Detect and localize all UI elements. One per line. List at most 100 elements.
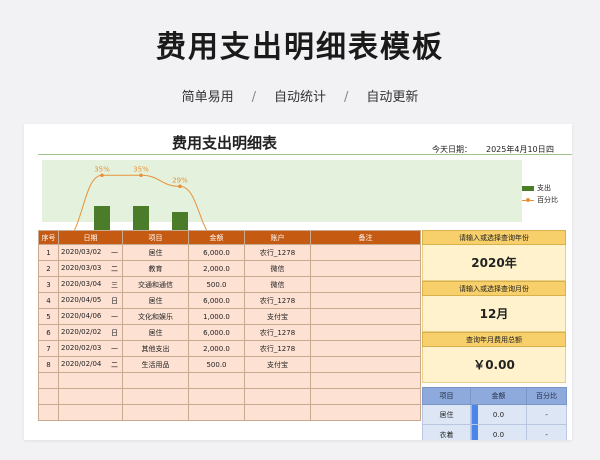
cell-date[interactable]: 2020/03/02 一 (58, 244, 123, 261)
cell-no[interactable]: 2 (38, 260, 59, 277)
cell-date-value: 2020/03/02 (61, 247, 102, 256)
cell-empty[interactable] (188, 388, 245, 405)
cell-weekday: 一 (111, 312, 118, 321)
cell-amount[interactable]: 6,000.0 (188, 324, 245, 341)
cell-note[interactable] (310, 276, 421, 293)
cell-empty[interactable] (310, 372, 421, 389)
cell-empty[interactable] (38, 372, 59, 389)
month-select[interactable]: 12月 (422, 296, 566, 332)
cell-date-value: 2020/03/04 (61, 279, 102, 288)
cell-amount[interactable]: 500.0 (188, 356, 245, 373)
cell-no[interactable]: 5 (38, 308, 59, 325)
cell-empty[interactable] (310, 404, 421, 421)
cell-weekday: 三 (111, 280, 118, 289)
cell-date-value: 2020/04/06 (61, 311, 102, 320)
cell-no[interactable]: 8 (38, 356, 59, 373)
cell-amount[interactable]: 6,000.0 (188, 244, 245, 261)
cell-no[interactable]: 4 (38, 292, 59, 309)
tag-auto-update: 自动更新 (366, 90, 419, 105)
percent-point (139, 173, 143, 178)
cell-item[interactable]: 居住 (122, 324, 189, 341)
cell-empty[interactable] (188, 372, 245, 389)
cell-empty[interactable] (38, 404, 59, 421)
cell-account[interactable]: 农行_1278 (244, 340, 311, 357)
percent-label: 35% (94, 165, 110, 173)
table-row-empty (38, 404, 421, 421)
cell-account[interactable]: 农行_1278 (244, 292, 311, 309)
cell-note[interactable] (310, 244, 421, 261)
table-row-empty (38, 372, 421, 389)
cell-account[interactable]: 微信 (244, 260, 311, 277)
col-header-amount: 金额 (188, 230, 245, 245)
spreadsheet-preview: 费用支出明细表 今天日期： 2025年4月10日 四 0%01月35%85002… (24, 124, 572, 440)
cell-note[interactable] (310, 260, 421, 277)
cell-weekday: 日 (111, 296, 118, 305)
percent-label: 35% (133, 165, 149, 173)
percent-point (100, 173, 104, 178)
cell-empty[interactable] (122, 404, 189, 421)
summary-header-row: 项目 金额 百分比 (422, 387, 567, 405)
cell-item[interactable]: 居住 (122, 292, 189, 309)
cell-amount[interactable]: 1,000.0 (188, 308, 245, 325)
cell-empty[interactable] (310, 388, 421, 405)
cell-no[interactable]: 3 (38, 276, 59, 293)
table-row-empty (38, 388, 421, 405)
cell-account[interactable]: 支付宝 (244, 356, 311, 373)
cell-item[interactable]: 教育 (122, 260, 189, 277)
cell-account[interactable]: 农行_1278 (244, 244, 311, 261)
cell-empty[interactable] (244, 404, 311, 421)
cell-empty[interactable] (188, 404, 245, 421)
cell-no[interactable]: 1 (38, 244, 59, 261)
cell-amount[interactable]: 2,000.0 (188, 340, 245, 357)
total-value: ￥0.00 (422, 347, 566, 383)
cell-date[interactable]: 2020/02/03 一 (58, 340, 123, 357)
cell-amount[interactable]: 6,000.0 (188, 292, 245, 309)
cell-note[interactable] (310, 356, 421, 373)
tag-auto-stats: 自动统计 (273, 90, 326, 105)
cell-amount[interactable]: 2,000.0 (188, 260, 245, 277)
cell-date[interactable]: 2020/04/05 日 (58, 292, 123, 309)
cell-account[interactable]: 农行_1278 (244, 324, 311, 341)
cell-item[interactable]: 生活用品 (122, 356, 189, 373)
summary-col-item: 项目 (422, 387, 471, 405)
summary-row: 衣着 0.0- (422, 424, 567, 440)
cell-note[interactable] (310, 324, 421, 341)
cell-item[interactable]: 文化和娱乐 (122, 308, 189, 325)
cell-note[interactable] (310, 340, 421, 357)
cell-empty[interactable] (122, 372, 189, 389)
legend-bar-swatch (522, 185, 534, 191)
cell-date[interactable]: 2020/03/04 三 (58, 276, 123, 293)
cell-empty[interactable] (122, 388, 189, 405)
col-header-item: 项目 (122, 230, 189, 245)
summary-row: 居住 0.0- (422, 404, 567, 425)
cell-date[interactable]: 2020/04/06 一 (58, 308, 123, 325)
cell-account[interactable]: 微信 (244, 276, 311, 293)
cell-no[interactable]: 7 (38, 340, 59, 357)
cell-date-value: 2020/03/03 (61, 263, 102, 272)
cell-amount[interactable]: 500.0 (188, 276, 245, 293)
cell-account[interactable]: 支付宝 (244, 308, 311, 325)
cell-item[interactable]: 居住 (122, 244, 189, 261)
cell-empty[interactable] (58, 388, 123, 405)
expense-table: 序号 日期 项目 金额 账户 备注 1 2020/03/02 一居住 6,000.0 农… (38, 230, 421, 421)
year-select[interactable]: 2020年 (422, 245, 566, 281)
cell-date[interactable]: 2020/02/02 日 (58, 324, 123, 341)
cell-date[interactable]: 2020/03/03 二 (58, 260, 123, 277)
table-row: 1 2020/03/02 一居住 6,000.0 农行_1278 (38, 244, 421, 261)
cell-empty[interactable] (244, 372, 311, 389)
cell-empty[interactable] (58, 404, 123, 421)
cell-date[interactable]: 2020/02/04 二 (58, 356, 123, 373)
cell-note[interactable] (310, 292, 421, 309)
total-label: 查询年月费用总额 (422, 332, 566, 347)
query-panel: 请输入或选择查询年份 2020年 请输入或选择查询月份 12月 查询年月费用总额… (422, 230, 567, 440)
cell-empty[interactable] (58, 372, 123, 389)
cell-no[interactable]: 6 (38, 324, 59, 341)
cell-empty[interactable] (38, 388, 59, 405)
summary-table: 项目 金额 百分比 居住0.0-衣着0.0-生活用品0.0- (422, 387, 567, 440)
cell-note[interactable] (310, 308, 421, 325)
cell-empty[interactable] (244, 388, 311, 405)
year-prompt: 请输入或选择查询年份 (422, 230, 566, 245)
summary-item: 衣着 (422, 424, 471, 440)
cell-item[interactable]: 其他支出 (122, 340, 189, 357)
cell-item[interactable]: 交通和通信 (122, 276, 189, 293)
